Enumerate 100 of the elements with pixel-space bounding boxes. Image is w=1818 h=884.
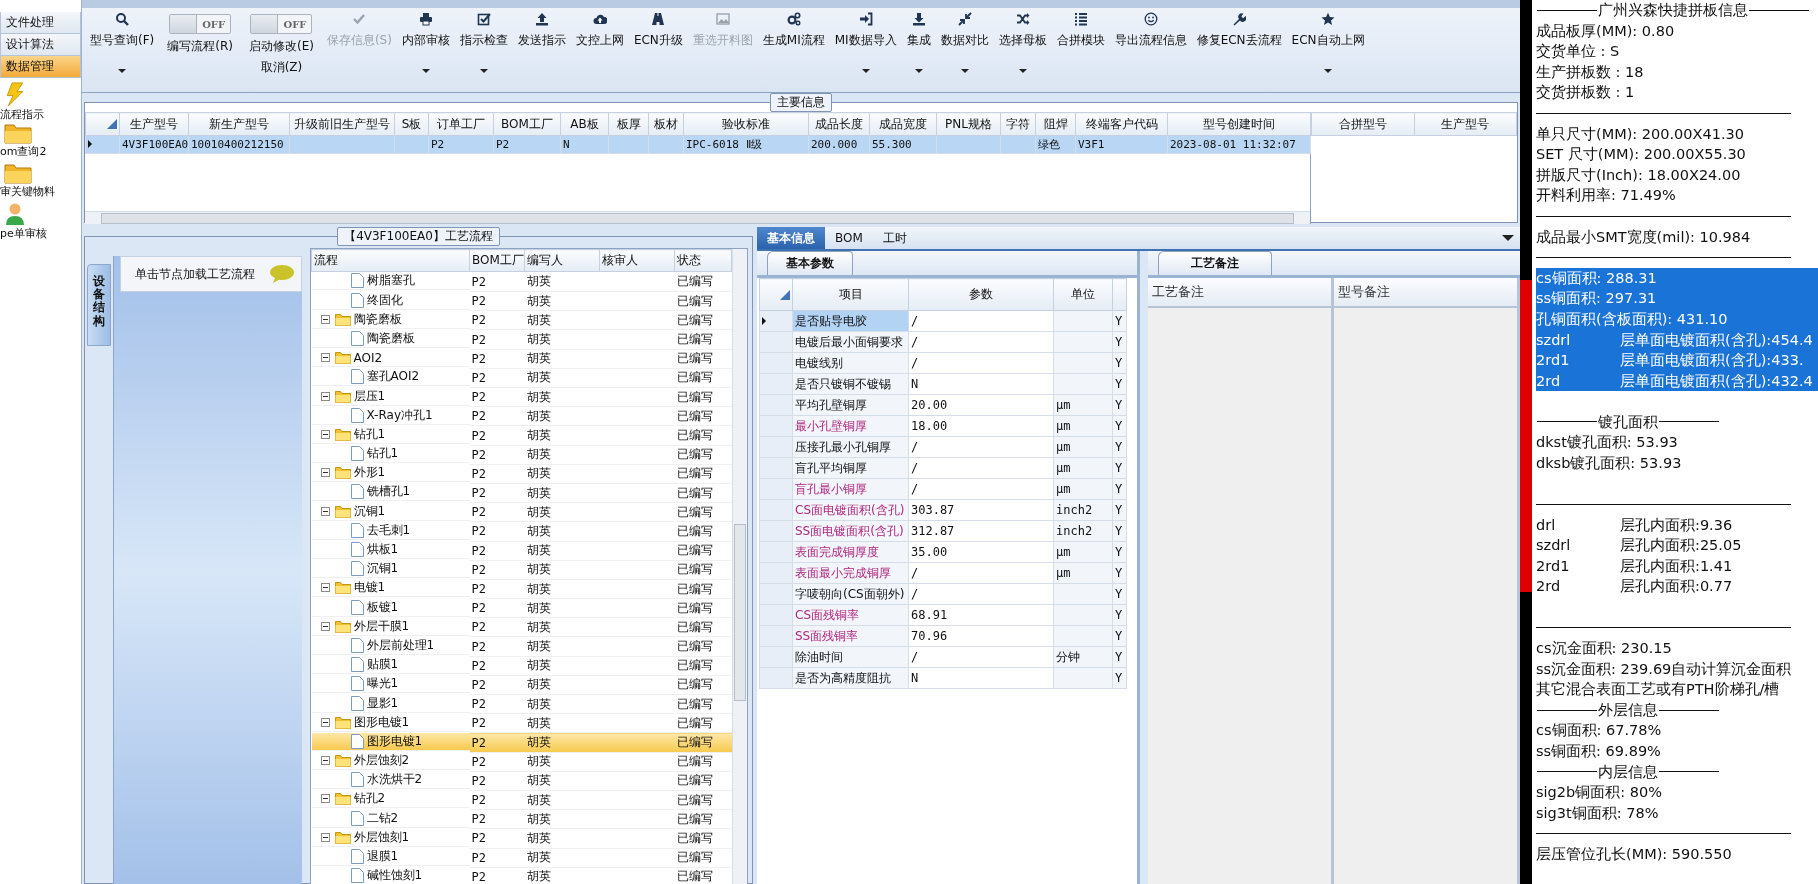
column-header[interactable]: 板厚: [608, 112, 649, 136]
scrollbar[interactable]: [732, 249, 747, 884]
toolbar-button[interactable]: 发送指示: [512, 8, 571, 84]
column-header[interactable]: 验收标准: [683, 112, 809, 136]
collapse-icon[interactable]: [320, 832, 330, 842]
parameter-value[interactable]: /: [911, 356, 919, 370]
parameter-value[interactable]: /: [911, 587, 919, 601]
tree-row[interactable]: 外层前处理1 P2 胡英 已编写: [311, 636, 732, 657]
parameter-value[interactable]: /: [911, 461, 919, 475]
column-header[interactable]: 板材: [648, 112, 684, 136]
column-header[interactable]: 阻焊: [1035, 112, 1076, 136]
column-header[interactable]: PNL规格: [936, 112, 1001, 136]
tree-row[interactable]: 烘板1 P2 胡英 已编写: [311, 541, 732, 561]
tree-row[interactable]: 二钻2 P2 胡英 已编写: [311, 809, 732, 829]
tree-row[interactable]: 沉铜1 P2 胡英 已编写: [311, 560, 732, 580]
tree-row[interactable]: 退膜1 P2 胡英 已编写: [311, 848, 732, 868]
column-header[interactable]: BOM工厂: [493, 112, 561, 136]
table-row[interactable]: 4V3F100EA0 10010400212150 P2 P2 N IPC-6018 Ⅱ级 200.000 55.300 绿色 V3F1 2023-08-01 11:32:07: [85, 135, 1311, 154]
column-header[interactable]: 单位: [1053, 278, 1113, 311]
person-icon[interactable]: [4, 202, 26, 226]
column-header[interactable]: 字符: [1000, 112, 1036, 136]
column-header[interactable]: 流程: [311, 249, 470, 272]
parameter-value[interactable]: /: [911, 650, 919, 664]
column-header[interactable]: 参数: [908, 278, 1054, 311]
toolbar-button[interactable]: 型号查询(F): [85, 8, 160, 84]
parameter-value[interactable]: 20.00: [911, 398, 948, 412]
tree-row[interactable]: 碱性蚀刻1 P2 胡英 已编写: [311, 867, 732, 884]
column-header[interactable]: 编写人: [524, 249, 600, 272]
tree-row[interactable]: 去毛刺1 P2 胡英 已编写: [311, 521, 732, 542]
collapse-icon[interactable]: [320, 506, 330, 516]
tree-row[interactable]: 图形电镀1 P2 胡英 已编写: [311, 732, 732, 753]
tree-row[interactable]: 图形电镀1 P2 胡英 已编写: [311, 713, 732, 733]
tree-row[interactable]: 外层干膜1 P2 胡英 已编写: [311, 617, 732, 637]
toolbar-button[interactable]: 数据对比: [935, 8, 994, 84]
toolbar-button[interactable]: 指示检查: [454, 8, 513, 84]
tree-row[interactable]: 铣槽孔1 P2 胡英 已编写: [311, 483, 732, 503]
collapse-icon[interactable]: [320, 794, 330, 804]
parameter-value[interactable]: N: [911, 377, 919, 391]
tab[interactable]: 工艺备注: [1158, 251, 1272, 275]
tree-row[interactable]: 钻孔1 P2 胡英 已编写: [311, 425, 732, 446]
folder-icon[interactable]: [4, 122, 32, 144]
parameter-value[interactable]: /: [911, 335, 919, 349]
collapse-icon[interactable]: [320, 717, 330, 727]
toggle-switch[interactable]: OFF: [250, 14, 313, 34]
shortcut-label[interactable]: 流程指示: [0, 107, 44, 122]
column-header[interactable]: 升级前旧生产型号: [289, 112, 395, 136]
tree-row[interactable]: 显影1 P2 胡英 已编写: [311, 694, 732, 714]
shortcut-label[interactable]: pe单审核: [0, 226, 47, 241]
column-header[interactable]: 订单工厂: [428, 112, 494, 136]
cancel-label[interactable]: 取消(Z): [260, 59, 303, 76]
vertical-tab[interactable]: 设备结构: [87, 264, 111, 346]
parameter-value[interactable]: /: [911, 482, 919, 496]
nav-menu-item[interactable]: 设计算法: [0, 34, 81, 56]
toolbar-button[interactable]: 集成: [901, 8, 936, 84]
tree-row[interactable]: 层压1 P2 胡英 已编写: [311, 387, 732, 407]
parameter-value[interactable]: 35.00: [911, 545, 948, 559]
tree-row[interactable]: 曝光1 P2 胡英 已编写: [311, 675, 732, 695]
tree-row[interactable]: 贴膜1 P2 胡英 已编写: [311, 656, 732, 676]
tree-row[interactable]: 水洗烘干2 P2 胡英 已编写: [311, 771, 732, 791]
column-header[interactable]: 状态: [674, 249, 732, 272]
tree-row[interactable]: 外层蚀刻1 P2 胡英 已编写: [311, 828, 732, 849]
tree-row[interactable]: 电镀1 P2 胡英 已编写: [311, 579, 732, 599]
tree-row[interactable]: 外形1 P2 胡英 已编写: [311, 464, 732, 484]
toolbar-button[interactable]: ECN自动上网: [1286, 8, 1370, 84]
parameter-value[interactable]: /: [911, 440, 919, 454]
folder-icon[interactable]: [4, 162, 32, 184]
tree-row[interactable]: AOI2 P2 胡英 已编写: [311, 349, 732, 369]
column-header[interactable]: 成品长度: [808, 112, 870, 136]
tree-row[interactable]: 外层蚀刻2 P2 胡英 已编写: [311, 752, 732, 772]
collapse-icon[interactable]: [320, 756, 330, 766]
column-header[interactable]: 核审人: [599, 249, 675, 272]
toolbar-button[interactable]: 修复ECN丢流程: [1191, 8, 1287, 84]
column-header[interactable]: S板: [394, 112, 429, 136]
column-header[interactable]: 成品宽度: [869, 112, 937, 136]
nav-menu-item[interactable]: 文件处理: [0, 12, 81, 34]
tree-row[interactable]: X-Ray冲孔1 P2 胡英 已编写: [311, 406, 732, 426]
shortcut-label[interactable]: om查询2: [0, 144, 47, 159]
column-header[interactable]: 生产型号: [1414, 112, 1517, 136]
parameter-value[interactable]: 312.87: [911, 524, 955, 538]
parameter-value[interactable]: N: [911, 671, 919, 685]
tab[interactable]: BOM: [825, 227, 873, 249]
tree-row[interactable]: 塞孔AOI2 P2 胡英 已编写: [311, 368, 732, 388]
tab[interactable]: 基本信息: [757, 227, 825, 249]
column-header[interactable]: 合拼型号: [1311, 112, 1414, 136]
toolbar-button[interactable]: 合拼模块: [1051, 8, 1110, 84]
collapse-icon[interactable]: [320, 583, 330, 593]
parameter-value[interactable]: 68.91: [911, 608, 948, 622]
collapse-icon[interactable]: [320, 353, 330, 363]
tree-row[interactable]: 沉铜1 P2 胡英 已编写: [311, 502, 732, 522]
nav-menu-item[interactable]: 数据管理: [0, 56, 81, 78]
parameter-value[interactable]: 70.96: [911, 629, 948, 643]
tree-row[interactable]: 陶瓷磨板 P2 胡英 已编写: [311, 310, 732, 330]
toolbar-button[interactable]: MI数据导入: [829, 8, 902, 84]
tree-row[interactable]: 钻孔1 P2 胡英 已编写: [311, 445, 732, 465]
toggle-switch[interactable]: OFF: [169, 14, 232, 34]
toolbar-button[interactable]: 导出流程信息: [1109, 8, 1192, 84]
tab[interactable]: 工时: [872, 227, 917, 249]
collapse-icon[interactable]: [320, 314, 330, 324]
collapse-icon[interactable]: [320, 429, 330, 439]
parameter-value[interactable]: /: [911, 314, 919, 328]
